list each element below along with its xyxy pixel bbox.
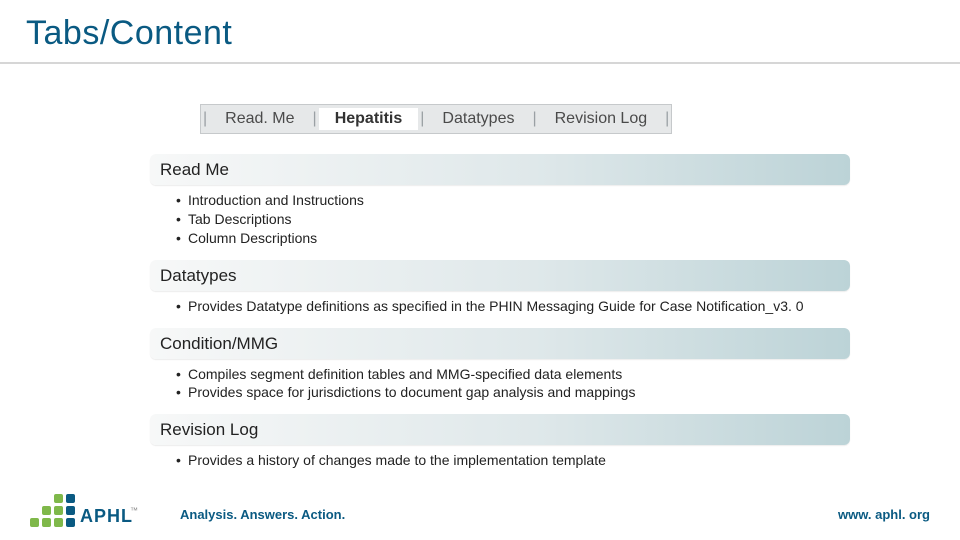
bullet-text: Introduction and Instructions	[188, 191, 364, 210]
footer: APHL ™ Analysis. Answers. Action. www. a…	[0, 484, 960, 540]
slide-title: Tabs/Content	[26, 14, 232, 53]
bullet-text: Column Descriptions	[188, 229, 317, 248]
tab-revision-log: Revision Log	[539, 108, 664, 130]
section-readme-body: •Introduction and Instructions •Tab Desc…	[150, 185, 850, 256]
section-datatypes-head: Datatypes	[150, 260, 850, 291]
tab-readme: Read. Me	[209, 108, 310, 130]
section-revision-head: Revision Log	[150, 414, 850, 445]
section-revision-body: •Provides a history of changes made to t…	[150, 445, 850, 478]
bullet-text: Provides Datatype definitions as specifi…	[188, 297, 804, 316]
tab-separator: |	[663, 110, 671, 128]
tab-separator: |	[201, 110, 209, 128]
section-condition-body: •Compiles segment definition tables and …	[150, 359, 850, 411]
logo-mark-icon	[30, 488, 78, 530]
title-rule	[0, 62, 960, 64]
excel-tabs-image: | Read. Me | Hepatitis | Datatypes | Rev…	[200, 104, 672, 134]
bullet-text: Tab Descriptions	[188, 210, 292, 229]
tab-separator: |	[418, 110, 426, 128]
bullet-text: Provides space for jurisdictions to docu…	[188, 383, 635, 402]
aphl-logo: APHL ™	[30, 488, 138, 530]
content-area: Read Me •Introduction and Instructions •…	[150, 150, 850, 478]
footer-url: www. aphl. org	[838, 507, 930, 522]
tab-separator: |	[311, 110, 319, 128]
footer-tagline: Analysis. Answers. Action.	[180, 507, 345, 522]
tab-separator: |	[530, 110, 538, 128]
section-datatypes-body: •Provides Datatype definitions as specif…	[150, 291, 850, 324]
section-condition-head: Condition/MMG	[150, 328, 850, 359]
tab-datatypes: Datatypes	[426, 108, 530, 130]
logo-text: APHL	[80, 506, 133, 527]
bullet-text: Compiles segment definition tables and M…	[188, 365, 622, 384]
bullet-text: Provides a history of changes made to th…	[188, 451, 606, 470]
trademark-icon: ™	[130, 506, 138, 515]
section-readme-head: Read Me	[150, 154, 850, 185]
tab-hepatitis: Hepatitis	[319, 108, 419, 130]
